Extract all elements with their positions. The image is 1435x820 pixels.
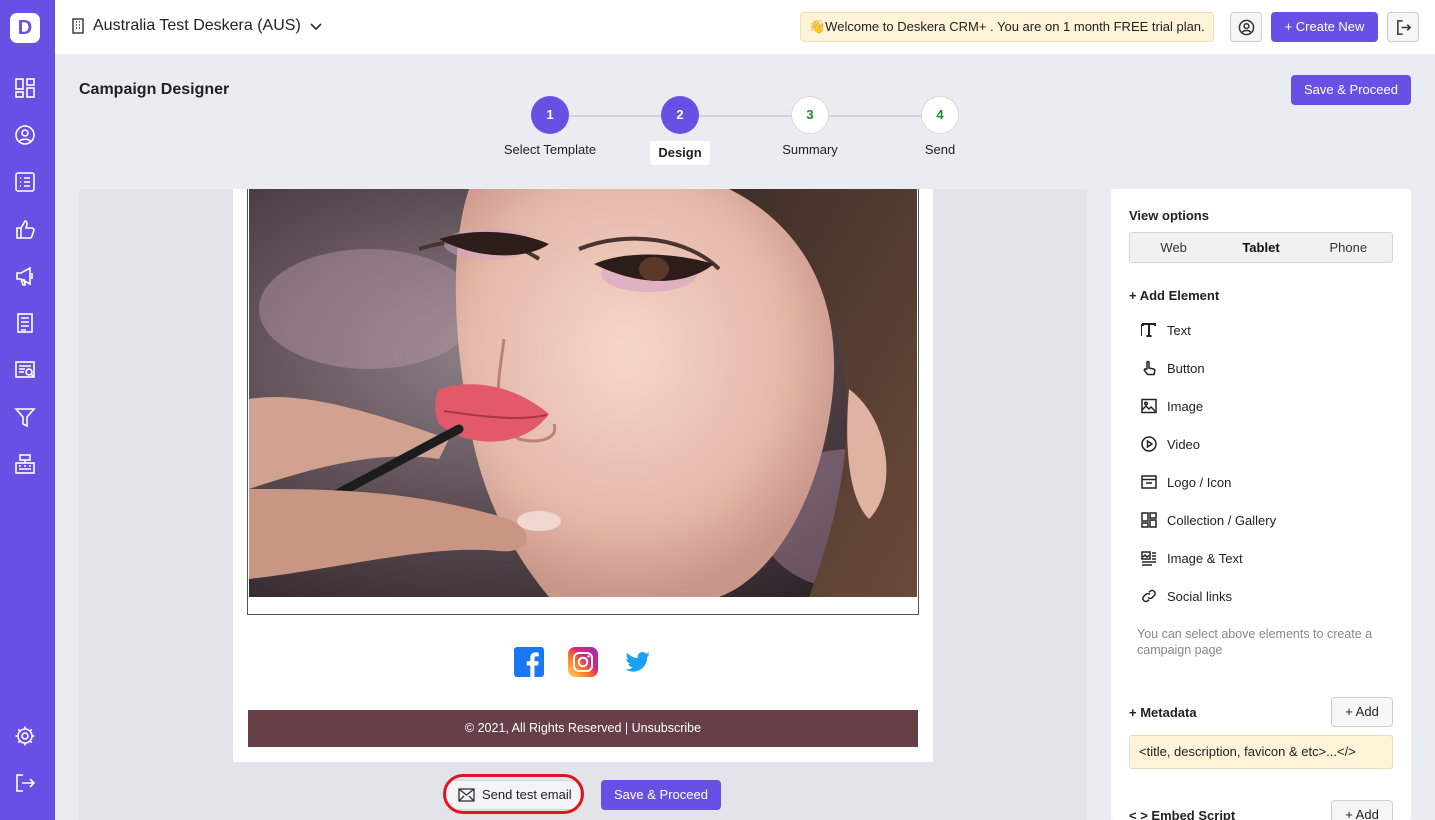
element-text[interactable]: Text: [1141, 322, 1191, 338]
logout-icon[interactable]: [14, 772, 36, 794]
element-image[interactable]: Image: [1141, 398, 1203, 414]
top-bar: Australia Test Deskera (AUS) 👋Welcome to…: [55, 0, 1435, 54]
contacts-icon[interactable]: [14, 124, 36, 146]
step-connector: [828, 115, 922, 117]
element-logo-icon-label: Logo / Icon: [1167, 474, 1232, 490]
step-connector: [698, 115, 792, 117]
element-social-links[interactable]: Social links: [1141, 588, 1232, 604]
form-icon[interactable]: [14, 359, 36, 381]
building-icon: [72, 18, 84, 34]
settings-icon[interactable]: [14, 725, 36, 747]
embed-script-title: < > Embed Script: [1129, 808, 1236, 820]
deals-list-icon[interactable]: [14, 171, 36, 193]
step-4-circle[interactable]: 4: [921, 96, 959, 134]
element-button-label: Button: [1167, 360, 1205, 376]
pointer-hand-icon: [1143, 360, 1156, 376]
makeup-photo: [249, 189, 917, 597]
save-proceed-button-top[interactable]: Save & Proceed: [1291, 75, 1411, 105]
elements-hint: You can select above elements to create …: [1137, 627, 1373, 657]
trial-banner: 👋Welcome to Deskera CRM+ . You are on 1 …: [800, 12, 1214, 42]
element-image-label: Image: [1167, 398, 1204, 414]
user-circle-icon: [1238, 19, 1254, 35]
element-collection-gallery[interactable]: Collection / Gallery: [1141, 512, 1276, 528]
image-block[interactable]: [247, 189, 919, 615]
email-footer[interactable]: © 2021, All Rights Reserved | Unsubscrib…: [248, 710, 918, 747]
chevron-down-icon: [310, 23, 322, 31]
view-options-title: View options: [1129, 208, 1209, 223]
organization-selector[interactable]: Australia Test Deskera (AUS): [71, 17, 323, 35]
element-image-text[interactable]: Image & Text: [1141, 550, 1243, 566]
step-3-label: Summary: [782, 142, 838, 157]
logo-icon: [1141, 475, 1157, 489]
step-3-circle[interactable]: 3: [791, 96, 829, 134]
send-test-email-button[interactable]: Send test email: [445, 780, 581, 810]
funnel-icon[interactable]: [14, 406, 36, 428]
exit-icon: [1396, 19, 1411, 35]
element-collection-gallery-label: Collection / Gallery: [1167, 512, 1277, 528]
envelope-icon: [458, 788, 475, 802]
organization-name: Australia Test Deskera (AUS): [93, 17, 301, 34]
thumbs-up-icon[interactable]: [14, 218, 36, 240]
page-title: Campaign Designer: [79, 81, 230, 98]
step-1-label: Select Template: [503, 142, 597, 157]
view-web[interactable]: Web: [1130, 233, 1217, 262]
step-1-circle[interactable]: 1: [531, 96, 569, 134]
instagram-icon[interactable]: [568, 647, 598, 677]
element-video-label: Video: [1167, 436, 1201, 452]
metadata-field[interactable]: <title, description, favicon & etc>...</…: [1129, 735, 1393, 769]
image-icon: [1141, 398, 1157, 414]
send-test-email-label: Send test email: [482, 787, 572, 802]
dashboard-icon[interactable]: [14, 77, 36, 99]
twitter-icon[interactable]: [622, 647, 652, 677]
cash-register-icon[interactable]: [14, 453, 36, 475]
social-links: [514, 647, 652, 677]
properties-panel: View options Web Tablet Phone + Add Elem…: [1111, 189, 1411, 820]
step-connector: [568, 115, 662, 117]
element-button[interactable]: Button: [1141, 360, 1205, 376]
element-video[interactable]: Video: [1141, 436, 1200, 452]
megaphone-icon[interactable]: [14, 265, 36, 287]
document-icon[interactable]: [14, 312, 36, 334]
gallery-icon: [1141, 512, 1157, 528]
exit-button[interactable]: [1387, 12, 1419, 42]
view-phone[interactable]: Phone: [1305, 233, 1392, 262]
metadata-title: + Metadata: [1129, 705, 1197, 720]
element-image-text-label: Image & Text: [1167, 550, 1243, 566]
deskera-logo[interactable]: D: [10, 13, 40, 43]
save-proceed-button-bottom[interactable]: Save & Proceed: [601, 780, 721, 810]
step-4-label: Send: [924, 142, 956, 157]
facebook-icon[interactable]: [514, 647, 544, 677]
text-icon: [1141, 323, 1156, 337]
element-logo-icon[interactable]: Logo / Icon: [1141, 474, 1231, 490]
element-text-label: Text: [1167, 322, 1191, 338]
email-preview: © 2021, All Rights Reserved | Unsubscrib…: [233, 189, 933, 762]
sidebar: D: [0, 0, 55, 820]
step-2-label: Design: [650, 141, 710, 165]
step-2-circle[interactable]: 2: [661, 96, 699, 134]
image-text-icon: [1141, 551, 1156, 566]
play-circle-icon: [1141, 436, 1157, 452]
design-canvas: © 2021, All Rights Reserved | Unsubscrib…: [79, 189, 1087, 820]
view-tablet[interactable]: Tablet: [1217, 233, 1304, 262]
view-toggle: Web Tablet Phone: [1129, 232, 1393, 263]
create-new-button[interactable]: + Create New: [1271, 12, 1378, 42]
profile-button[interactable]: [1230, 12, 1262, 42]
link-icon: [1142, 589, 1156, 603]
element-social-links-label: Social links: [1167, 588, 1233, 604]
metadata-add-button[interactable]: + Add: [1331, 697, 1393, 727]
add-element-title[interactable]: + Add Element: [1129, 288, 1219, 303]
embed-script-add-button[interactable]: + Add: [1331, 800, 1393, 820]
